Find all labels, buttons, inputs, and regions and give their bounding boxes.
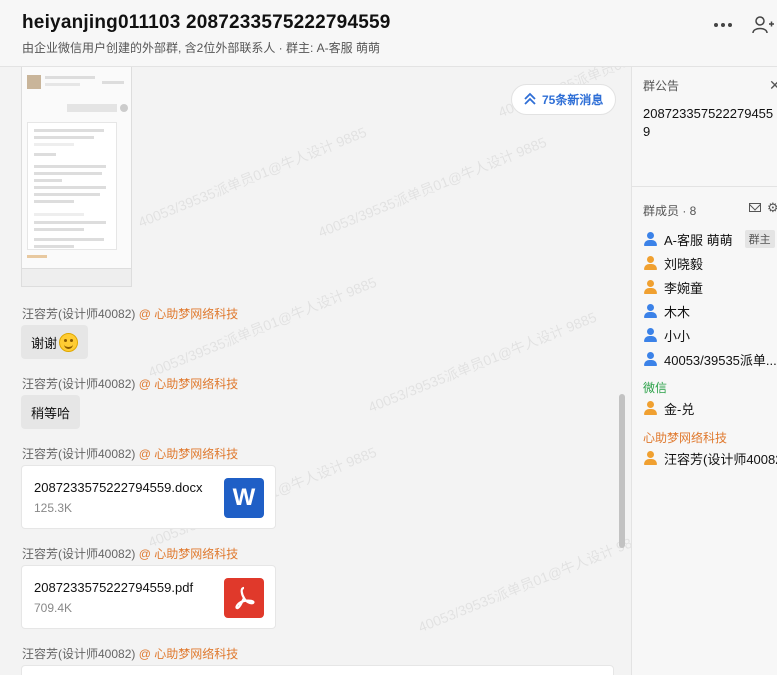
word-file-icon: W bbox=[224, 478, 264, 518]
file-message-card[interactable]: 2087233575222794559.docx 125.3K W bbox=[21, 465, 276, 529]
chat-header: heiyanjing011103 2087233575222794559 由企业… bbox=[0, 0, 777, 67]
org-group-label: 心助梦网络科技 bbox=[643, 431, 728, 445]
close-icon[interactable]: ✕ bbox=[769, 77, 777, 94]
watermark-text: 40053/39535派单员01@牛人设计 9885 bbox=[415, 528, 631, 636]
watermark-text: 40053/39535派单员01@牛人设计 9885 bbox=[365, 308, 599, 416]
notice-title: 群公告 bbox=[643, 79, 680, 93]
person-icon bbox=[643, 255, 659, 271]
message-bubble[interactable]: 谢谢 bbox=[21, 325, 89, 359]
sender-name: 汪容芳(设计师40082) bbox=[22, 377, 136, 391]
pdf-file-icon bbox=[224, 578, 264, 618]
member-item[interactable]: 金-兑 bbox=[643, 398, 694, 418]
file-message-card[interactable]: 2087233575222794559.pdf 709.4K bbox=[21, 565, 276, 629]
person-icon bbox=[643, 279, 659, 295]
watermark-text: 40053/39535派单员01@牛人设计 9885 bbox=[135, 123, 369, 231]
chat-subtitle: 由企业微信用户创建的外部群, 含2位外部联系人 · 群主: A-客服 萌萌 bbox=[22, 41, 381, 55]
message-sender[interactable]: 汪容芳(设计师40082) @ 心助梦网络科技 bbox=[22, 375, 238, 392]
member-item[interactable]: 刘晓毅 bbox=[643, 253, 703, 273]
member-name: 小小 bbox=[664, 328, 691, 344]
message-sender[interactable]: 汪容芳(设计师40082) @ 心助梦网络科技 bbox=[22, 545, 238, 562]
person-icon bbox=[643, 400, 659, 416]
file-size: 709.4K bbox=[34, 601, 73, 615]
person-icon bbox=[643, 327, 659, 343]
thumbnail-card bbox=[27, 122, 117, 250]
watermark-text: 40053/39535派单员01@牛人设计 9885 bbox=[315, 133, 549, 241]
file-name: 2087233575222794559.docx bbox=[34, 480, 203, 495]
message-sender[interactable]: 汪容芳(设计师40082) @ 心助梦网络科技 bbox=[22, 645, 238, 662]
message-sender[interactable]: 汪容芳(设计师40082) @ 心助梦网络科技 bbox=[22, 445, 238, 462]
sender-name: 汪容芳(设计师40082) bbox=[22, 447, 136, 461]
more-icon[interactable] bbox=[711, 14, 735, 36]
person-icon bbox=[643, 351, 659, 367]
new-messages-label: 75条新消息 bbox=[542, 93, 604, 107]
member-item[interactable]: 李婉童 bbox=[643, 277, 703, 297]
message-list[interactable]: 40053/39535派单员01@牛人设计 9885 40053/39535派单… bbox=[0, 67, 631, 675]
member-item[interactable]: A-客服 萌萌 群主 bbox=[643, 229, 775, 249]
message-bubble[interactable] bbox=[21, 665, 614, 675]
sender-org: @ 心助梦网络科技 bbox=[138, 647, 239, 661]
mail-icon[interactable] bbox=[749, 203, 761, 212]
add-member-icon[interactable] bbox=[751, 14, 775, 36]
member-item[interactable]: 小小 bbox=[643, 325, 690, 345]
sender-org: @ 心助梦网络科技 bbox=[138, 377, 239, 391]
group-info-panel: 群公告 ✕ 2087233575222794559 群成员 · 8 ⚙ A-客服… bbox=[631, 67, 777, 675]
person-icon bbox=[643, 450, 659, 466]
member-item[interactable]: 汪容芳(设计师40082) bbox=[643, 448, 777, 468]
message-text: 稍等哈 bbox=[31, 405, 71, 421]
sender-org: @ 心助梦网络科技 bbox=[138, 447, 239, 461]
double-chevron-up-icon bbox=[524, 92, 536, 105]
sender-name: 汪容芳(设计师40082) bbox=[22, 307, 136, 321]
wechat-group-label: 微信 bbox=[643, 381, 668, 395]
sender-org: @ 心助梦网络科技 bbox=[138, 547, 239, 561]
chat-title: heiyanjing011103 2087233575222794559 bbox=[22, 12, 391, 33]
members-title: 群成员 · 8 bbox=[643, 204, 697, 218]
divider bbox=[632, 186, 777, 187]
owner-badge: 群主 bbox=[744, 230, 775, 248]
member-name: 40053/39535派单... bbox=[664, 352, 777, 368]
new-messages-button[interactable]: 75条新消息 bbox=[511, 84, 617, 115]
member-name: 刘晓毅 bbox=[664, 256, 704, 272]
member-name: 木木 bbox=[664, 304, 691, 320]
watermark-text: 40053/39535派单员01@牛人设计 9885 bbox=[145, 273, 379, 381]
member-name: 李婉童 bbox=[664, 280, 704, 296]
member-name: 汪容芳(设计师40082) bbox=[664, 451, 777, 467]
sender-name: 汪容芳(设计师40082) bbox=[22, 647, 136, 661]
member-name: A-客服 萌萌 bbox=[664, 232, 733, 248]
gear-icon[interactable]: ⚙ bbox=[767, 200, 777, 216]
message-text: 谢谢 bbox=[31, 335, 58, 351]
message-bubble[interactable]: 稍等哈 bbox=[21, 395, 81, 429]
file-size: 125.3K bbox=[34, 501, 73, 515]
person-icon bbox=[643, 303, 659, 319]
sender-name: 汪容芳(设计师40082) bbox=[22, 547, 136, 561]
member-item[interactable]: 40053/39535派单... bbox=[643, 349, 777, 369]
sender-org: @ 心助梦网络科技 bbox=[138, 307, 239, 321]
image-message-thumbnail[interactable] bbox=[21, 67, 132, 287]
person-icon bbox=[643, 231, 659, 247]
chat-scrollbar[interactable] bbox=[619, 394, 625, 548]
member-name: 金-兑 bbox=[664, 401, 695, 417]
member-item[interactable]: 木木 bbox=[643, 301, 690, 321]
notice-text[interactable]: 2087233575222794559 bbox=[643, 105, 777, 141]
message-sender[interactable]: 汪容芳(设计师40082) @ 心助梦网络科技 bbox=[22, 305, 238, 322]
smile-emoji-icon bbox=[59, 332, 79, 352]
thumbnail-input-bar bbox=[22, 268, 131, 286]
file-name: 2087233575222794559.pdf bbox=[34, 580, 194, 595]
